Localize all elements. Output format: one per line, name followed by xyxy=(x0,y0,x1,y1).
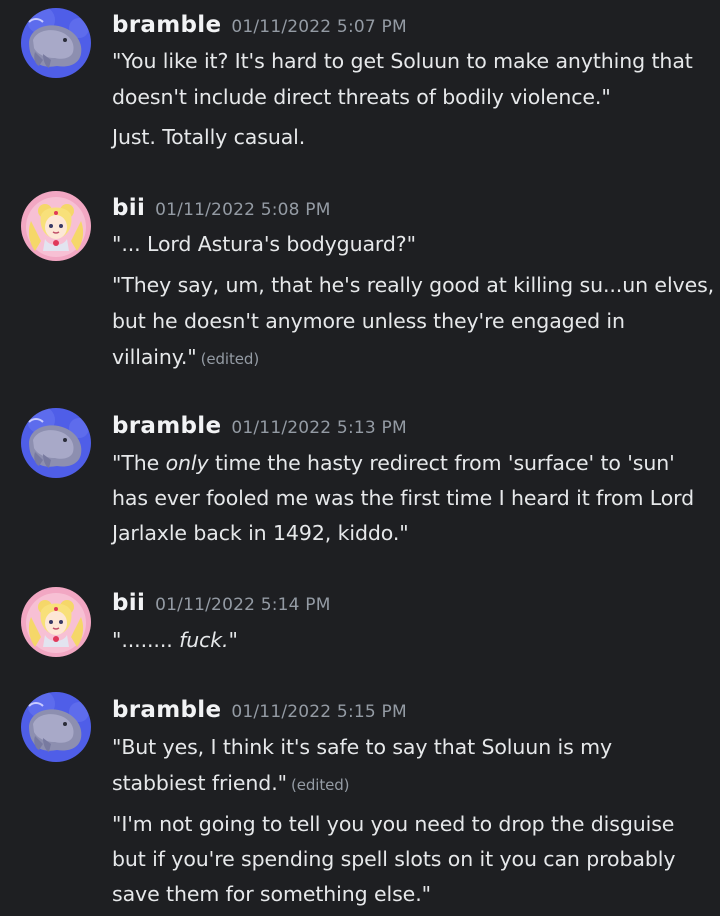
message-line: "They say, um, that he's really good at … xyxy=(112,273,715,297)
message-text: stabbiest friend." xyxy=(112,771,287,795)
message-line: save them for something else." xyxy=(112,882,431,906)
message-line: but if you're spending spell slots on it… xyxy=(112,847,676,871)
sailor-moon-icon xyxy=(21,191,91,261)
timestamp: 01/11/2022 5:13 PM xyxy=(231,418,407,438)
whale-icon xyxy=(21,408,91,478)
whale-icon xyxy=(21,692,91,762)
edited-label: (edited) xyxy=(200,350,260,368)
avatar[interactable] xyxy=(21,191,91,261)
message-header: bramble 01/11/2022 5:15 PM xyxy=(112,697,407,727)
username[interactable]: bramble xyxy=(112,12,221,38)
username[interactable]: bii xyxy=(112,590,145,616)
message-line: "........ fuck." xyxy=(112,623,712,658)
message-line: has ever fooled me was the first time I … xyxy=(112,486,695,510)
message-line: stabbiest friend." (edited) xyxy=(112,766,712,803)
avatar[interactable] xyxy=(21,408,91,478)
edited-label: (edited) xyxy=(290,776,350,794)
emphasis-text: only xyxy=(165,451,209,475)
message-line: Just. Totally casual. xyxy=(112,125,306,149)
message-line: Jarlaxle back in 1492, kiddo." xyxy=(112,521,409,545)
message-line: "... Lord Astura's bodyguard?" xyxy=(112,232,416,256)
username[interactable]: bramble xyxy=(112,413,221,439)
avatar[interactable] xyxy=(21,587,91,657)
message-text: "The xyxy=(112,451,166,475)
message-text: "........ xyxy=(112,628,180,652)
message-line: doesn't include direct threats of bodily… xyxy=(112,85,611,109)
username[interactable]: bramble xyxy=(112,697,221,723)
message-header: bramble 01/11/2022 5:07 PM xyxy=(112,12,407,42)
message-line: "The only time the hasty redirect from '… xyxy=(112,446,712,481)
message-line: "But yes, I think it's safe to say that … xyxy=(112,735,612,759)
username[interactable]: bii xyxy=(112,195,145,221)
sailor-moon-icon xyxy=(21,587,91,657)
message-text: " xyxy=(228,628,238,652)
message-header: bii 01/11/2022 5:14 PM xyxy=(112,590,331,620)
timestamp: 01/11/2022 5:15 PM xyxy=(231,702,407,722)
message-line: but he doesn't anymore unless they're en… xyxy=(112,309,625,333)
whale-icon xyxy=(21,8,91,78)
timestamp: 01/11/2022 5:08 PM xyxy=(155,200,331,220)
avatar[interactable] xyxy=(21,8,91,78)
message-line: "I'm not going to tell you you need to d… xyxy=(112,812,675,836)
emphasis-text: fuck. xyxy=(179,628,229,652)
message-text: villainy." xyxy=(112,345,197,369)
message-line: "You like it? It's hard to get Soluun to… xyxy=(112,49,693,73)
message-header: bramble 01/11/2022 5:13 PM xyxy=(112,413,407,443)
avatar[interactable] xyxy=(21,692,91,762)
message-line: villainy." (edited) xyxy=(112,340,712,377)
message-text: time the hasty redirect from 'surface' t… xyxy=(208,451,675,475)
timestamp: 01/11/2022 5:07 PM xyxy=(231,17,407,37)
timestamp: 01/11/2022 5:14 PM xyxy=(155,595,331,615)
message-header: bii 01/11/2022 5:08 PM xyxy=(112,195,331,225)
